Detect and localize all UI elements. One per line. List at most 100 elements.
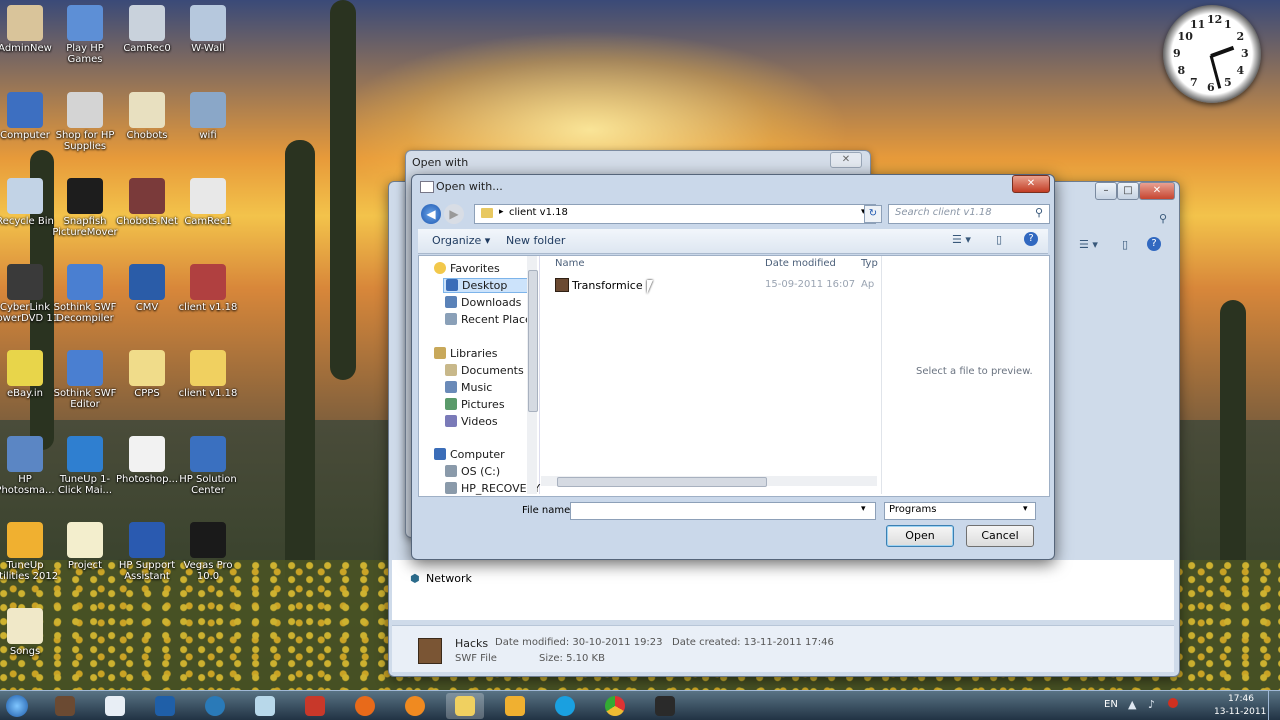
language-indicator[interactable]: EN xyxy=(1104,699,1118,710)
taskbar-app-tool[interactable] xyxy=(246,693,284,719)
desktop-icon[interactable]: Snapfish PictureMover xyxy=(50,178,120,238)
taskbar-app-explorer[interactable] xyxy=(446,693,484,719)
taskbar-app-reader[interactable] xyxy=(296,693,334,719)
close-button[interactable]: ✕ xyxy=(830,152,862,168)
nav-computer[interactable]: Computer xyxy=(434,448,505,461)
desktop-icon[interactable]: wifi xyxy=(173,92,243,141)
desktop-icon[interactable]: CamRec1 xyxy=(173,178,243,227)
organize-button[interactable]: Organize ▾ xyxy=(432,234,490,247)
search-input[interactable]: Search client v1.18 ⚲ xyxy=(888,204,1050,224)
show-desktop-button[interactable] xyxy=(1268,691,1280,720)
taskbar-app-tuneup[interactable] xyxy=(496,693,534,719)
column-header-date[interactable]: Date modified xyxy=(765,258,836,269)
documents-icon xyxy=(445,364,457,376)
horizontal-scrollbar-thumb[interactable] xyxy=(557,477,767,487)
desktop-icon-label: CMV xyxy=(135,302,159,313)
nav-os-c[interactable]: OS (C:) xyxy=(445,465,500,478)
maximize-button[interactable]: □ xyxy=(1117,182,1139,200)
cancel-button[interactable]: Cancel xyxy=(966,525,1034,547)
desktop-icon[interactable]: Chobots xyxy=(112,92,182,141)
desktop-icon[interactable]: Project xyxy=(50,522,120,571)
desktop-icon[interactable]: Sothink SWF Decompiler xyxy=(50,264,120,324)
nav-desktop[interactable]: Desktop xyxy=(443,278,535,293)
nav-scrollbar-thumb[interactable] xyxy=(528,270,538,412)
column-header-name[interactable]: Name xyxy=(555,258,585,269)
taskbar-app-paint[interactable] xyxy=(96,693,134,719)
clock-number: 11 xyxy=(1190,17,1206,31)
desktop-icon[interactable]: Play HP Games xyxy=(50,5,120,65)
desktop-icon[interactable]: Songs xyxy=(0,608,60,657)
nav-downloads[interactable]: Downloads xyxy=(445,296,521,309)
tray-network-icon[interactable]: ▲ xyxy=(1128,698,1136,711)
file-name-field[interactable]: ▾ xyxy=(570,502,876,520)
taskbar-app-photoshop[interactable] xyxy=(146,693,184,719)
breadcrumb[interactable]: client v1.18 xyxy=(509,207,568,218)
taskbar-app-browser[interactable] xyxy=(196,693,234,719)
desktop-icon-label: Project xyxy=(67,560,103,571)
nav-libraries[interactable]: Libraries xyxy=(434,347,498,360)
open-button[interactable]: Open xyxy=(886,525,954,547)
desktop-icon[interactable]: Chobots.Net xyxy=(112,178,182,227)
desktop-icon[interactable]: CamRec0 xyxy=(112,5,182,54)
nav-pictures[interactable]: Pictures xyxy=(445,398,505,411)
preview-pane-icon[interactable]: ▯ xyxy=(996,233,1002,246)
desktop-icon[interactable]: Sothink SWF Editor xyxy=(50,350,120,410)
close-button[interactable]: ✕ xyxy=(1139,182,1175,200)
desktop-icon[interactable]: Photoshop... xyxy=(112,436,182,485)
desktop-icon[interactable]: HP Solution Center xyxy=(173,436,243,496)
forward-button[interactable]: ▶ xyxy=(444,204,464,224)
desktop-icon[interactable]: Vegas Pro 10.0 xyxy=(173,522,243,582)
clock-time[interactable]: 17:46 xyxy=(1228,694,1254,704)
network-icon: ⬢ xyxy=(410,572,420,585)
taskbar-app-firefox[interactable] xyxy=(346,693,384,719)
preview-pane-icon[interactable]: ▯ xyxy=(1122,238,1128,251)
taskbar-app-skype[interactable] xyxy=(546,693,584,719)
taskbar-app-chrome[interactable] xyxy=(596,693,634,719)
column-header-type[interactable]: Typ xyxy=(861,258,878,269)
clock-date[interactable]: 13-11-2011 xyxy=(1214,707,1266,717)
nav-scrollbar[interactable] xyxy=(527,256,538,494)
file-row[interactable]: Transformice 15-09-2011 16:07 Ap xyxy=(551,276,877,294)
views-menu-icon[interactable]: ☰ ▾ xyxy=(1079,238,1098,251)
chevron-down-icon[interactable]: ▾ xyxy=(861,504,866,514)
nav-network[interactable]: Network xyxy=(426,572,472,585)
tray-alert-icon[interactable] xyxy=(1168,698,1178,708)
taskbar-app-winrar[interactable] xyxy=(46,693,84,719)
desktop-icon[interactable]: W-Wall xyxy=(173,5,243,54)
new-folder-button[interactable]: New folder xyxy=(506,234,565,247)
nav-hp-recovery[interactable]: HP_RECOVERY xyxy=(445,482,540,495)
file-name[interactable]: Transformice xyxy=(572,279,643,292)
address-bar[interactable]: ▸ client v1.18 ▾ xyxy=(474,204,876,224)
taskbar-app-camera[interactable] xyxy=(646,693,684,719)
taskbar-app-media[interactable] xyxy=(396,693,434,719)
desktop-icon[interactable]: Shop for HP Supplies xyxy=(50,92,120,152)
desktop-icon[interactable]: TuneUp 1-Click Mai... xyxy=(50,436,120,496)
open-with-dialog[interactable]: Open with... ✕ ◀ ▶ ▸ client v1.18 ▾ ↻ Se… xyxy=(411,174,1055,560)
nav-recent-places[interactable]: Recent Places xyxy=(445,313,538,326)
tray-volume-icon[interactable]: ♪ xyxy=(1148,698,1155,711)
desktop-icon[interactable]: CPPS xyxy=(112,350,182,399)
nav-music[interactable]: Music xyxy=(445,381,492,394)
desktop-icon[interactable]: client v1.18 xyxy=(173,350,243,399)
help-icon[interactable]: ? xyxy=(1147,237,1161,251)
desktop-icon[interactable]: client v1.18 xyxy=(173,264,243,313)
desktop-icon[interactable]: HP Support Assistant xyxy=(112,522,182,582)
horizontal-scrollbar[interactable] xyxy=(541,476,877,487)
nav-documents[interactable]: Documents xyxy=(445,364,524,377)
clock-gadget[interactable]: 12 1 2 3 4 5 6 7 8 9 10 11 xyxy=(1163,5,1261,103)
refresh-button[interactable]: ↻ xyxy=(864,205,882,223)
file-type-filter-value: Programs xyxy=(889,504,937,515)
close-button[interactable]: ✕ xyxy=(1012,175,1050,193)
back-button[interactable]: ◀ xyxy=(421,204,441,224)
app-icon xyxy=(190,522,226,558)
file-type-filter[interactable]: Programs ▾ xyxy=(884,502,1036,520)
nav-favorites[interactable]: Favorites xyxy=(434,262,500,275)
minimize-button[interactable]: – xyxy=(1095,182,1117,200)
desktop-icon[interactable]: CMV xyxy=(112,264,182,313)
nav-videos[interactable]: Videos xyxy=(445,415,498,428)
help-icon[interactable]: ? xyxy=(1024,232,1038,246)
search-icon[interactable]: ⚲ xyxy=(1159,212,1167,225)
music-icon xyxy=(445,381,457,393)
views-menu-icon[interactable]: ☰ ▾ xyxy=(952,233,971,246)
start-button[interactable] xyxy=(0,691,34,720)
